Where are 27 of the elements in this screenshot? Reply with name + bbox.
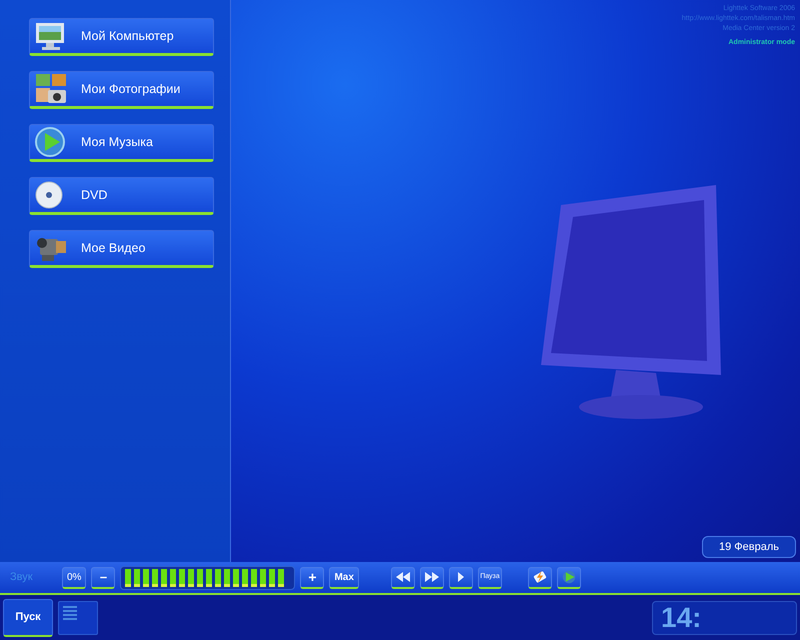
menu-button[interactable]: Мое Видео [29, 230, 214, 268]
fast-forward-icon [424, 572, 439, 582]
fast-forward-button[interactable] [420, 566, 444, 588]
max-volume-button[interactable]: Max [329, 566, 359, 588]
volume-meter[interactable] [120, 566, 296, 590]
rewind-icon [396, 572, 410, 582]
menu-button[interactable]: Моя Музыка [29, 124, 214, 162]
menu-button[interactable]: Мой Компьютер [29, 18, 214, 56]
play-icon [34, 126, 66, 158]
play-button[interactable] [448, 566, 473, 588]
menu-button[interactable]: Мои Фотографии [29, 71, 214, 109]
photos-camera-icon [34, 72, 68, 106]
volume-down-button[interactable]: – [91, 566, 116, 588]
app-button[interactable] [528, 566, 552, 588]
disc-icon [34, 180, 64, 210]
app-button[interactable] [556, 566, 581, 588]
menu-button[interactable]: DVD [29, 177, 214, 215]
rewind-button[interactable] [390, 566, 415, 588]
start-button[interactable]: Пуск [3, 598, 53, 636]
play-icon [458, 572, 464, 582]
window-thumbnail[interactable] [58, 600, 98, 634]
date-label: 19 Февраль [702, 536, 796, 558]
mute-button[interactable]: 0% [62, 566, 86, 588]
sound-label: Звук [10, 570, 34, 586]
clock: 14: [652, 600, 797, 634]
volume-up-button[interactable]: + [300, 566, 324, 588]
play-icon [562, 568, 576, 586]
